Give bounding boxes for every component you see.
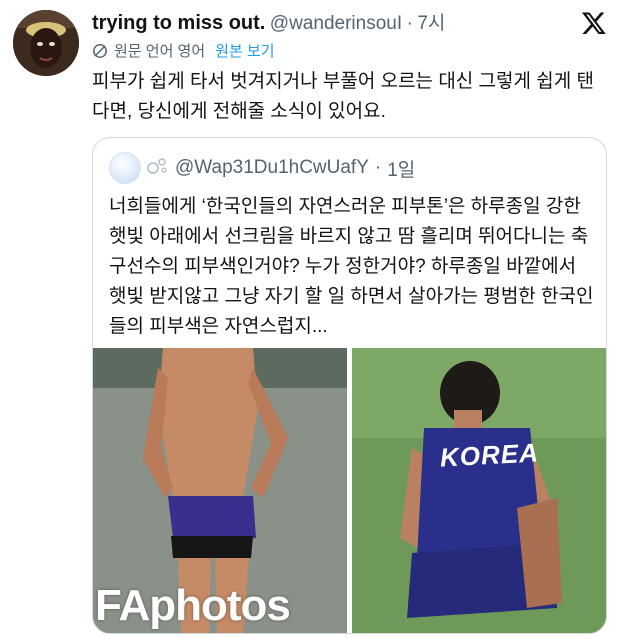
tweet-text: 피부가 쉽게 타서 벗겨지거나 부풀어 오르는 대신 그렇게 쉽게 탠다면, 당… (92, 71, 594, 122)
quoted-text: 너희들에게 ‘한국인들의 자연스러운 피부톤’은 하루종일 강한 햇빛 아래에서… (109, 196, 594, 337)
separator-dot: · (406, 13, 413, 34)
quoted-tweet[interactable]: @Wap31Du1hCwUafY · 1일 너희들에게 ‘한국인들의 자연스러운… (92, 137, 607, 634)
show-original-link[interactable]: 원본 보기 (215, 40, 274, 61)
user-handle[interactable]: @wanderinsouI (270, 13, 402, 34)
quoted-time[interactable]: 1일 (387, 155, 415, 182)
display-name[interactable]: trying to miss out. (92, 12, 265, 34)
x-logo-icon[interactable] (581, 10, 607, 36)
globe-translate-icon (93, 43, 107, 58)
quoted-tweet-header: @Wap31Du1hCwUafY · 1일 (109, 152, 415, 184)
separator-dot: · (374, 157, 382, 178)
media-image-right[interactable]: KOREA (352, 348, 606, 633)
tweet-header: trying to miss out. @wanderinsouI · 7시 (92, 8, 601, 36)
avatar-image (13, 10, 79, 76)
tweet-time[interactable]: 7시 (417, 13, 445, 34)
loop-badge-icon (147, 157, 169, 180)
avatar[interactable] (13, 10, 79, 76)
translate-row: 원문 언어 영어 원본 보기 (92, 40, 275, 61)
media-image-left[interactable]: FAphotos (93, 348, 347, 633)
quoted-handle[interactable]: @Wap31Du1hCwUafY (175, 157, 369, 179)
jersey-text: KOREA (439, 437, 540, 473)
korea-player-photo (352, 348, 606, 633)
quoted-media: FAphotos KOREA (93, 348, 606, 633)
photo-watermark: FAphotos (95, 581, 291, 630)
translate-label: 원문 언어 영어 (114, 43, 206, 60)
quoted-avatar[interactable] (109, 152, 141, 184)
